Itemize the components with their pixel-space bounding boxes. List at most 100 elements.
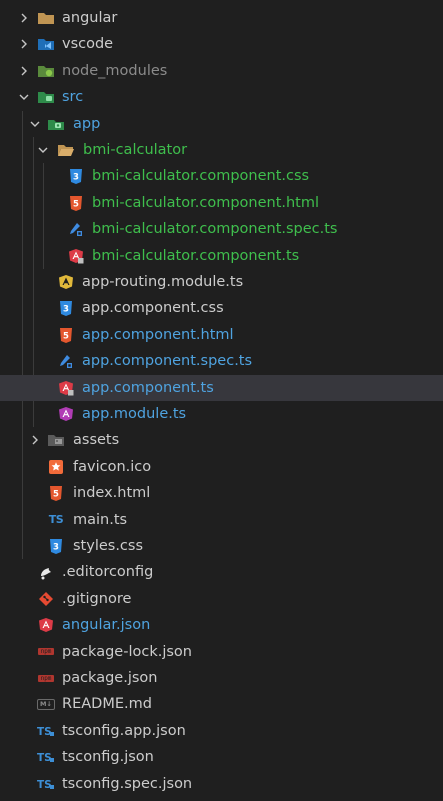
tree-file-row[interactable]: bmi-calculator.component.spec.ts	[0, 216, 443, 242]
tree-item-label: app.component.html	[82, 326, 234, 343]
tree-item-label: app	[73, 115, 101, 132]
svg-text:TS: TS	[37, 779, 52, 791]
tree-item-label: package.json	[62, 670, 158, 686]
chevron-down-icon[interactable]	[29, 118, 41, 130]
chevron-right-icon[interactable]	[18, 38, 30, 50]
tree-item-label: tsconfig.spec.json	[62, 775, 193, 792]
tree-file-row[interactable]: .gitignore	[0, 586, 443, 612]
tree-file-row[interactable]: 5 app.component.html	[0, 322, 443, 348]
tree-file-row[interactable]: bmi-calculator.component.ts	[0, 243, 443, 269]
angular-routing-icon	[57, 273, 75, 291]
tree-file-row[interactable]: 5 bmi-calculator.component.html	[0, 190, 443, 216]
tree-file-row[interactable]: TS tsconfig.json	[0, 744, 443, 770]
npm-icon: npm	[37, 643, 55, 661]
chevron-right-icon[interactable]	[18, 65, 30, 77]
chevron-down-icon[interactable]	[37, 144, 49, 156]
tree-file-row[interactable]: npm package-lock.json	[0, 639, 443, 665]
tsconfig-icon: TS	[37, 722, 55, 740]
md-glyph: M↓	[37, 698, 55, 710]
tree-item-label: bmi-calculator.component.ts	[92, 247, 300, 264]
src-folder-icon	[37, 88, 55, 106]
tree-item-label: bmi-calculator	[83, 142, 188, 158]
tree-file-row[interactable]: .editorconfig	[0, 559, 443, 585]
tree-folder-row[interactable]: src	[0, 84, 443, 110]
tree-folder-row[interactable]: vscode	[0, 31, 443, 57]
spec-file-icon	[57, 352, 75, 370]
tree-item-label: node_modules	[62, 62, 168, 79]
svg-text:5: 5	[73, 199, 79, 209]
svg-text:5: 5	[63, 331, 69, 341]
chevron-right-icon[interactable]	[29, 434, 41, 446]
vscode-folder-icon	[37, 35, 55, 53]
folder-icon	[37, 9, 55, 27]
tree-item-label: assets	[73, 432, 120, 449]
tree-folder-row[interactable]: node_modules	[0, 58, 443, 84]
html-file-icon: 5	[57, 326, 75, 344]
tree-file-row[interactable]: 3 bmi-calculator.component.css	[0, 163, 443, 189]
git-icon	[37, 590, 55, 608]
tree-file-row[interactable]: app.component.ts	[0, 374, 443, 401]
tree-item-label: src	[62, 89, 84, 106]
tree-item-label: app.component.css	[82, 300, 224, 317]
tree-folder-row[interactable]: angular	[0, 5, 443, 31]
svg-text:3: 3	[53, 543, 59, 553]
open-folder-icon	[57, 141, 75, 159]
npm-glyph: npm	[38, 648, 54, 656]
tree-item-label: app.component.ts	[82, 379, 214, 396]
tree-item-label: app.module.ts	[82, 406, 187, 422]
tree-item-label: app-routing.module.ts	[82, 274, 244, 290]
tree-item-label: index.html	[73, 485, 151, 502]
file-explorer-tree: angular vscode node_modulessrc app bmi-calcu…	[0, 0, 443, 801]
chevron-down-icon[interactable]	[18, 91, 30, 103]
html-file-icon: 5	[47, 484, 65, 502]
tree-file-row[interactable]: TS tsconfig.app.json	[0, 718, 443, 744]
tree-file-row[interactable]: app.module.ts	[0, 401, 443, 427]
tree-file-row[interactable]: TS main.ts	[0, 507, 443, 533]
tsconfig-icon: TS	[37, 748, 55, 766]
favicon-star-icon	[47, 458, 65, 476]
tree-item-label: favicon.ico	[73, 458, 152, 475]
tree-file-row[interactable]: app-routing.module.ts	[0, 269, 443, 295]
tree-file-row[interactable]: M↓ README.md	[0, 691, 443, 717]
tree-file-row[interactable]: favicon.ico	[0, 454, 443, 480]
angular-component-icon	[57, 379, 75, 397]
css-file-icon: 3	[57, 299, 75, 317]
tree-item-label: tsconfig.json	[62, 749, 154, 766]
editorconfig-icon	[37, 563, 55, 581]
angular-module-icon	[57, 405, 75, 423]
css-file-icon: 3	[47, 537, 65, 555]
npm-glyph: npm	[38, 674, 54, 682]
tree-folder-row[interactable]: bmi-calculator	[0, 137, 443, 163]
tree-file-row[interactable]: 5 index.html	[0, 480, 443, 506]
tree-item-label: bmi-calculator.component.spec.ts	[92, 221, 338, 238]
tree-item-label: main.ts	[73, 511, 128, 528]
tree-item-label: vscode	[62, 36, 114, 53]
tree-file-row[interactable]: 3 styles.css	[0, 533, 443, 559]
tree-file-row[interactable]: 3 app.component.css	[0, 295, 443, 321]
npm-icon: npm	[37, 669, 55, 687]
tree-file-row[interactable]: npm package.json	[0, 665, 443, 691]
tree-file-row[interactable]: angular.json	[0, 612, 443, 638]
tree-item-label: bmi-calculator.component.html	[92, 194, 320, 211]
tree-file-row[interactable]: TS tsconfig.spec.json	[0, 771, 443, 797]
tree-file-row[interactable]: app.component.spec.ts	[0, 348, 443, 374]
tree-folder-row[interactable]: assets	[0, 427, 443, 453]
tree-item-label: angular	[62, 10, 118, 26]
tree-item-label: README.md	[62, 696, 152, 713]
tree-folder-row[interactable]: app	[0, 111, 443, 137]
tree-item-label: tsconfig.app.json	[62, 722, 186, 739]
node-folder-icon	[37, 62, 55, 80]
tree-item-label: .editorconfig	[62, 564, 154, 581]
angular-icon	[37, 616, 55, 634]
tree-item-label: bmi-calculator.component.css	[92, 168, 310, 185]
tree-item-label: package-lock.json	[62, 643, 192, 660]
assets-folder-icon	[47, 431, 65, 449]
tree-item-label: app.component.spec.ts	[82, 353, 253, 370]
spec-file-icon	[67, 220, 85, 238]
angular-component-icon	[67, 247, 85, 265]
chevron-right-icon[interactable]	[18, 12, 30, 24]
svg-text:TS: TS	[37, 752, 52, 764]
tree-item-label: styles.css	[73, 538, 144, 554]
svg-text:TS: TS	[37, 726, 52, 738]
tree-item-label: .gitignore	[62, 590, 132, 607]
